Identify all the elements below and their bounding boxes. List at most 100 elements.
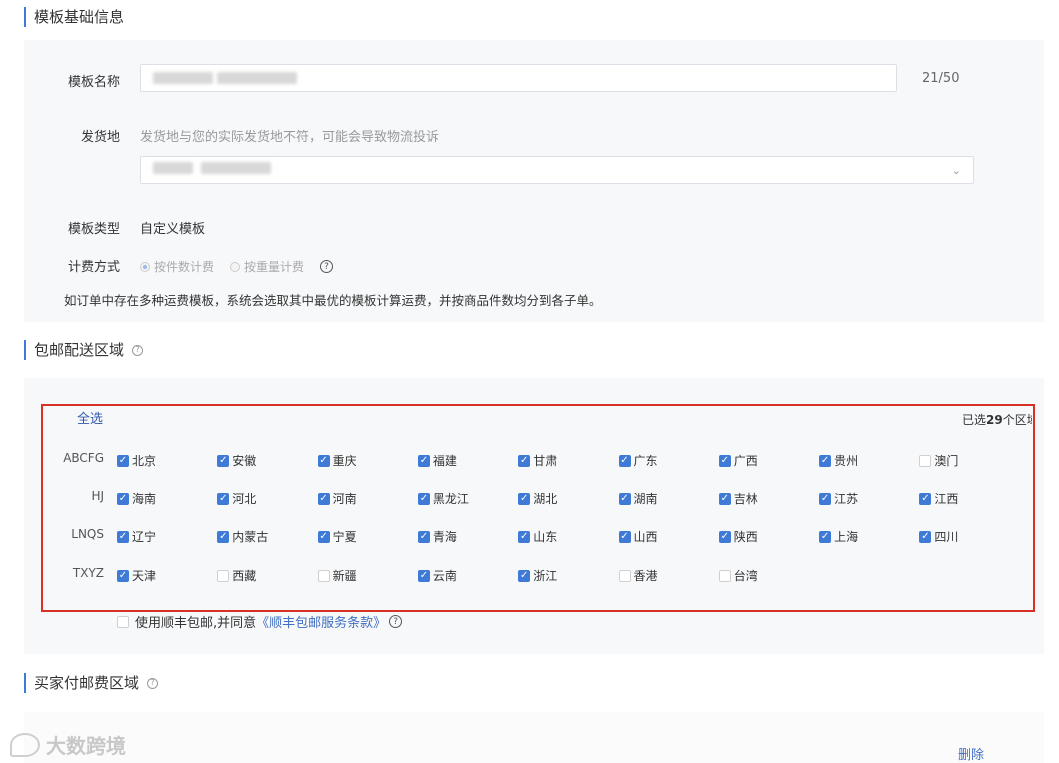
question-icon[interactable]: ?	[389, 615, 403, 628]
checkbox-unchecked-icon[interactable]: ✓	[317, 569, 330, 582]
select-all-link[interactable]: 全选	[77, 408, 103, 427]
region-checkbox-item[interactable]: ✓ 河南	[317, 490, 357, 507]
region-name: 安徽	[232, 454, 257, 468]
region-checkbox-item[interactable]: ✓香港	[618, 567, 658, 584]
region-checkbox-item[interactable]: ✓ 贵州	[819, 452, 858, 469]
sf-agree-checkbox[interactable]	[117, 615, 129, 628]
region-checkbox-item[interactable]: ✓ 宁夏	[317, 528, 357, 545]
region-name: 香港	[633, 569, 658, 583]
region-checkbox-item[interactable]: ✓西藏	[217, 567, 256, 584]
watermark-logo-icon	[10, 732, 40, 757]
region-checkbox-item[interactable]: ✓ 山西	[618, 528, 658, 545]
region-checkbox-item[interactable]: ✓ 江西	[919, 490, 958, 507]
checkbox-unchecked-icon[interactable]: ✓	[919, 454, 932, 467]
region-checkbox-item[interactable]: ✓ 陕西	[718, 528, 758, 545]
question-icon[interactable]: ?	[320, 260, 334, 273]
checkbox-unchecked-icon[interactable]: ✓	[217, 569, 230, 582]
watermark-text: 大数跨境	[46, 734, 126, 758]
checkbox-unchecked-icon[interactable]: ✓	[618, 569, 631, 582]
checkbox-checked-icon[interactable]: ✓	[217, 454, 230, 467]
region-checkbox-item[interactable]: ✓ 广东	[618, 452, 658, 469]
region-checkbox-item[interactable]: ✓ 湖南	[618, 490, 658, 507]
checkbox-checked-icon[interactable]: ✓	[919, 492, 932, 505]
region-checkbox-item[interactable]: ✓澳门	[919, 452, 958, 469]
checkbox-checked-icon[interactable]: ✓	[417, 569, 430, 582]
region-checkbox-item[interactable]: ✓ 山东	[518, 528, 557, 545]
region-name: 湖北	[533, 492, 558, 506]
region-checkbox-item[interactable]: ✓ 安徽	[217, 452, 256, 469]
region-name: 江苏	[834, 492, 859, 506]
checkbox-checked-icon[interactable]: ✓	[618, 454, 631, 467]
region-row-label: TXYZ	[72, 566, 104, 580]
region-name: 宁夏	[332, 530, 357, 544]
region-checkbox-item[interactable]: ✓ 北京	[117, 452, 156, 469]
region-checkbox-item[interactable]: ✓ 江苏	[819, 490, 858, 507]
billing-option-by-count[interactable]: 按件数计费	[140, 258, 214, 275]
template-name-label: 模板名称	[67, 75, 120, 90]
region-checkbox-item[interactable]: ✓台湾	[718, 567, 758, 584]
billing-option-label: 按件数计费	[154, 260, 215, 274]
region-checkbox-item[interactable]: ✓ 广西	[718, 452, 758, 469]
checkbox-checked-icon[interactable]: ✓	[217, 492, 230, 505]
help-icon[interactable]: ?	[132, 344, 144, 356]
region-checkbox-item[interactable]: ✓ 吉林	[718, 490, 758, 507]
checkbox-checked-icon[interactable]: ✓	[417, 492, 430, 505]
region-name: 河北	[232, 492, 257, 506]
ship-from-select[interactable]: ⌄	[140, 156, 974, 184]
checkbox-checked-icon[interactable]: ✓	[819, 454, 832, 467]
region-checkbox-item[interactable]: ✓ 河北	[217, 490, 256, 507]
checkbox-checked-icon[interactable]: ✓	[117, 492, 129, 505]
region-checkbox-item[interactable]: ✓ 上海	[819, 528, 858, 545]
checkbox-checked-icon[interactable]: ✓	[117, 530, 129, 543]
region-checkbox-item[interactable]: ✓ 海南	[117, 490, 156, 507]
ship-from-hint: 发货地与您的实际发货地不符，可能会导致物流投诉	[140, 130, 440, 145]
checkbox-checked-icon[interactable]: ✓	[618, 530, 631, 543]
help-icon[interactable]: ?	[147, 677, 159, 689]
region-checkbox-item[interactable]: ✓ 黑龙江	[417, 490, 469, 507]
checkbox-checked-icon[interactable]: ✓	[117, 569, 129, 582]
checkbox-checked-icon[interactable]: ✓	[317, 492, 330, 505]
region-checkbox-item[interactable]: ✓ 福建	[417, 452, 457, 469]
checkbox-checked-icon[interactable]: ✓	[518, 530, 531, 543]
region-checkbox-item[interactable]: ✓ 天津	[117, 567, 156, 584]
checkbox-checked-icon[interactable]: ✓	[718, 492, 731, 505]
region-name: 吉林	[733, 492, 758, 506]
checkbox-checked-icon[interactable]: ✓	[618, 492, 631, 505]
region-name: 新疆	[332, 569, 357, 583]
basic-info-title: 模板基础信息	[24, 7, 124, 27]
checkbox-checked-icon[interactable]: ✓	[317, 530, 330, 543]
ship-from-value	[153, 162, 275, 178]
sf-terms-link[interactable]: 《顺丰包邮服务条款》	[256, 612, 386, 631]
region-checkbox-item[interactable]: ✓新疆	[317, 567, 357, 584]
multi-template-note: 如订单中存在多种运费模板，系统会选取其中最优的模板计算运费，并按商品件数均分到各…	[64, 293, 602, 308]
checkbox-checked-icon[interactable]: ✓	[718, 454, 731, 467]
checkbox-checked-icon[interactable]: ✓	[819, 530, 832, 543]
free-shipping-title: 包邮配送区域 ?	[24, 340, 144, 360]
checkbox-checked-icon[interactable]: ✓	[819, 492, 832, 505]
checkbox-checked-icon[interactable]: ✓	[417, 454, 430, 467]
checkbox-checked-icon[interactable]: ✓	[417, 530, 430, 543]
region-checkbox-item[interactable]: ✓ 云南	[417, 567, 457, 584]
region-checkbox-item[interactable]: ✓ 四川	[919, 528, 958, 545]
checkbox-checked-icon[interactable]: ✓	[518, 454, 531, 467]
region-checkbox-item[interactable]: ✓ 内蒙古	[217, 528, 268, 545]
region-checkbox-item[interactable]: ✓ 湖北	[518, 490, 557, 507]
region-checkbox-item[interactable]: ✓ 浙江	[518, 567, 557, 584]
checkbox-checked-icon[interactable]: ✓	[217, 530, 230, 543]
checkbox-checked-icon[interactable]: ✓	[117, 454, 129, 467]
region-checkbox-item[interactable]: ✓ 甘肃	[518, 452, 557, 469]
basic-info-title-text: 模板基础信息	[34, 8, 125, 26]
delete-link[interactable]: 删除	[958, 744, 984, 763]
region-checkbox-item[interactable]: ✓ 辽宁	[117, 528, 156, 545]
region-checkbox-item[interactable]: ✓ 青海	[417, 528, 457, 545]
region-name: 江西	[934, 492, 959, 506]
checkbox-checked-icon[interactable]: ✓	[718, 530, 731, 543]
checkbox-checked-icon[interactable]: ✓	[317, 454, 330, 467]
billing-option-by-weight[interactable]: 按重量计费	[230, 258, 304, 275]
checkbox-checked-icon[interactable]: ✓	[518, 492, 531, 505]
checkbox-checked-icon[interactable]: ✓	[518, 569, 531, 582]
template-name-input[interactable]	[140, 64, 897, 92]
region-checkbox-item[interactable]: ✓ 重庆	[317, 452, 357, 469]
checkbox-checked-icon[interactable]: ✓	[919, 530, 932, 543]
checkbox-unchecked-icon[interactable]: ✓	[718, 569, 731, 582]
